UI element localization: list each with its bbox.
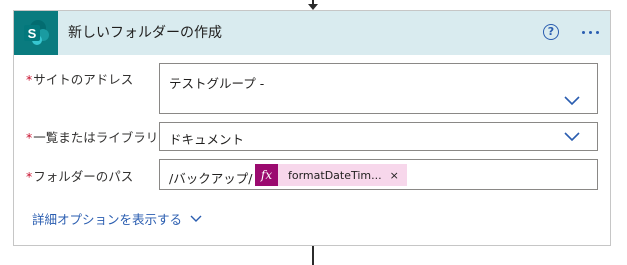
more-options-button[interactable]: [579, 19, 603, 45]
site-address-field[interactable]: テストグループ -: [159, 63, 598, 114]
folder-path-label: *フォルダーのパス: [26, 166, 133, 185]
help-button[interactable]: ?: [543, 24, 559, 40]
folder-path-label-text: フォルダーのパス: [33, 169, 134, 184]
site-address-value: テストグループ -: [169, 76, 265, 91]
svg-text:S: S: [28, 26, 37, 41]
fx-icon: fx: [255, 164, 278, 186]
action-title: 新しいフォルダーの作成: [68, 25, 222, 41]
chevron-down-icon[interactable]: [564, 96, 580, 106]
folder-path-field[interactable]: /バックアップ/ fx formatDateTim... ×: [159, 159, 598, 190]
dot-icon: [589, 31, 592, 34]
required-marker: *: [26, 130, 33, 145]
list-library-label-text: 一覧またはライブラリ: [33, 130, 159, 145]
action-header[interactable]: S 新しいフォルダーの作成 ?: [14, 11, 610, 55]
expression-token[interactable]: fx formatDateTim... ×: [255, 164, 407, 186]
action-card: S 新しいフォルダーの作成 ? *サイトのアドレス テストグループ - *一覧ま…: [13, 10, 611, 246]
chevron-down-icon: [190, 215, 202, 222]
dot-icon: [582, 31, 585, 34]
remove-token-icon[interactable]: ×: [390, 169, 407, 182]
required-marker: *: [26, 169, 33, 184]
show-advanced-options-link[interactable]: 詳細オプションを表示する: [32, 209, 202, 228]
list-library-value: ドキュメント: [169, 132, 245, 147]
sharepoint-logo-icon: S: [14, 11, 58, 55]
flow-connector-bottom: [312, 246, 314, 265]
site-address-label: *サイトのアドレス: [26, 69, 133, 88]
list-library-label: *一覧またはライブラリ: [26, 127, 158, 146]
advanced-options-label: 詳細オプションを表示する: [32, 212, 183, 227]
chevron-down-icon[interactable]: [564, 132, 580, 142]
required-marker: *: [26, 72, 33, 87]
dot-icon: [596, 31, 599, 34]
list-library-dropdown[interactable]: ドキュメント: [159, 122, 598, 151]
folder-path-value: /バックアップ/: [169, 171, 253, 186]
token-label: formatDateTim...: [288, 168, 382, 182]
site-address-label-text: サイトのアドレス: [33, 72, 134, 87]
